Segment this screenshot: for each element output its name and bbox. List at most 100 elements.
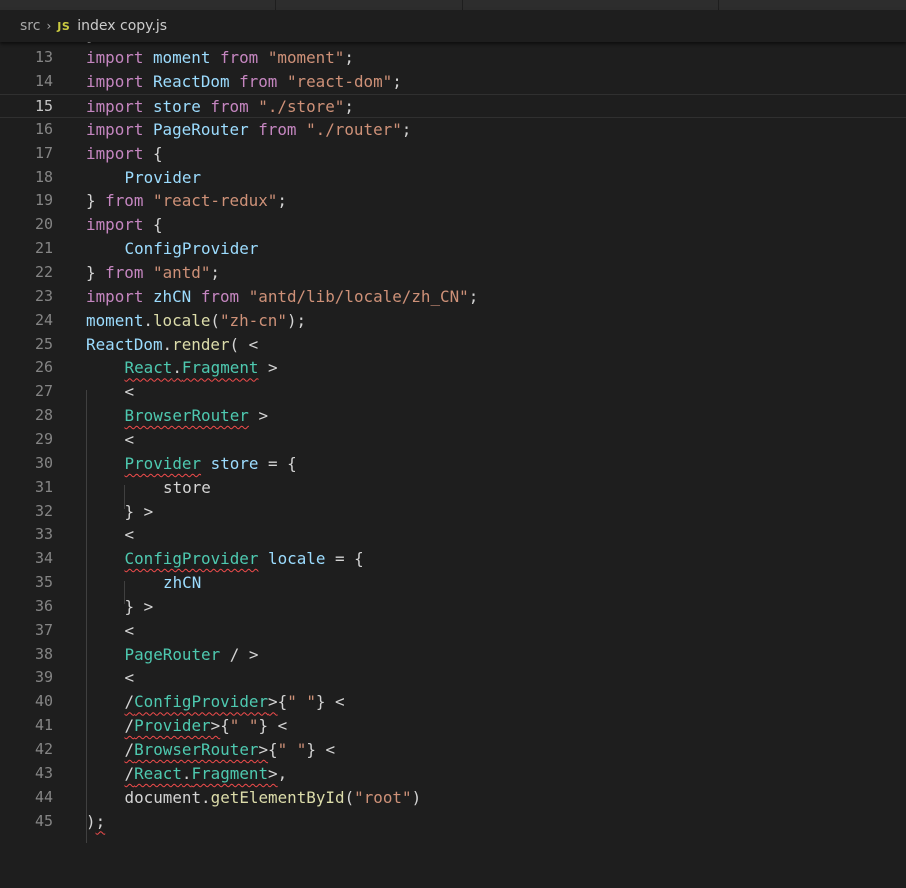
code-token-error: / xyxy=(124,716,135,736)
code-text[interactable]: < xyxy=(125,523,135,547)
code-line[interactable]: 34 ConfigProvider locale = { xyxy=(0,547,906,571)
code-token: "zh-cn" xyxy=(219,310,287,330)
breadcrumb-folder[interactable]: src xyxy=(20,18,40,34)
code-line[interactable]: 13 import moment from "moment"; xyxy=(0,46,906,70)
code-line[interactable]: 36 } > xyxy=(0,595,906,619)
line-number: 19 xyxy=(34,191,53,210)
code-text[interactable]: import { xyxy=(86,213,163,237)
code-token: ; xyxy=(344,48,354,68)
code-text[interactable]: } > xyxy=(125,500,154,524)
code-text[interactable]: BrowserRouter > xyxy=(125,404,269,428)
code-token: ( < xyxy=(229,334,259,354)
code-line[interactable]: 29 < xyxy=(0,428,906,452)
code-text[interactable]: store xyxy=(163,476,211,500)
code-token: locale xyxy=(268,549,326,569)
code-line[interactable]: 31 store xyxy=(0,476,906,500)
code-text[interactable]: < xyxy=(125,619,135,643)
code-line[interactable]: 38 PageRouter / > xyxy=(0,643,906,667)
code-text[interactable]: document.getElementById("root") xyxy=(125,786,422,810)
code-token: ConfigProvider xyxy=(124,239,259,259)
code-text[interactable]: import zhCN from "antd/lib/locale/zh_CN"… xyxy=(86,285,478,309)
code-token: > xyxy=(248,406,269,426)
code-area[interactable]: 12} from "react-router-dom";13import mom… xyxy=(0,25,906,888)
code-line[interactable]: 37 < xyxy=(0,619,906,643)
code-line[interactable]: 28 BrowserRouter > xyxy=(0,404,906,428)
code-line[interactable]: 15 import store from "./store"; xyxy=(0,94,906,118)
code-text[interactable]: import { xyxy=(86,142,163,166)
code-text[interactable]: React.Fragment > xyxy=(125,356,278,380)
code-line[interactable]: 24 moment.locale("zh-cn"); xyxy=(0,309,906,333)
code-line[interactable]: 32} > xyxy=(0,500,906,524)
code-text[interactable]: import moment from "moment"; xyxy=(86,46,354,70)
code-text[interactable]: < xyxy=(125,380,135,404)
code-text[interactable]: ReactDom.render( < xyxy=(86,333,258,357)
code-line[interactable]: 33 < xyxy=(0,523,906,547)
code-text[interactable]: PageRouter / > xyxy=(125,643,259,667)
code-text[interactable]: /BrowserRouter>{" "} < xyxy=(125,738,336,762)
code-token: moment xyxy=(152,48,211,68)
code-token: import xyxy=(86,286,144,306)
code-line[interactable]: 22} from "antd"; xyxy=(0,261,906,285)
code-text[interactable]: import ReactDom from "react-dom"; xyxy=(86,70,402,94)
code-line[interactable]: 42/BrowserRouter>{" "} < xyxy=(0,738,906,762)
editor-tab[interactable] xyxy=(0,0,276,10)
line-number: 36 xyxy=(34,596,53,615)
code-line[interactable]: 21 ConfigProvider xyxy=(0,237,906,261)
code-text[interactable]: } from "react-redux"; xyxy=(86,189,287,213)
code-text[interactable]: } > xyxy=(125,595,154,619)
code-line[interactable]: 20 import { xyxy=(0,213,906,237)
editor-tab-strip[interactable] xyxy=(0,0,906,10)
code-token: ; xyxy=(392,72,402,92)
code-text[interactable]: Provider store = { xyxy=(125,452,297,476)
code-text[interactable]: import store from "./store"; xyxy=(86,95,354,119)
breadcrumb-file[interactable]: index copy.js xyxy=(77,18,167,34)
code-text[interactable]: ConfigProvider xyxy=(125,237,259,261)
code-token: import xyxy=(86,97,144,117)
code-line[interactable]: 35 zhCN xyxy=(0,571,906,595)
code-text[interactable]: /Provider>{" "} < xyxy=(125,714,288,738)
code-line[interactable]: 40/ConfigProvider>{" "} < xyxy=(0,690,906,714)
code-text[interactable]: import PageRouter from "./router"; xyxy=(86,118,411,142)
editor-tab[interactable] xyxy=(719,0,906,10)
code-text[interactable]: < xyxy=(125,666,135,690)
code-token: / > xyxy=(220,644,259,664)
code-text[interactable]: zhCN xyxy=(163,571,201,595)
code-line[interactable]: 39 < xyxy=(0,666,906,690)
code-line[interactable]: 19 } from "react-redux"; xyxy=(0,189,906,213)
code-text[interactable]: ConfigProvider locale = { xyxy=(125,547,364,571)
code-text[interactable]: /ConfigProvider>{" "} < xyxy=(125,690,345,714)
code-line[interactable]: 41/Provider>{" "} < xyxy=(0,714,906,738)
code-token-error: / xyxy=(124,692,135,712)
code-text[interactable]: < xyxy=(125,428,135,452)
line-number: 14 xyxy=(34,72,53,91)
code-line[interactable]: 30 Provider store = { xyxy=(0,452,906,476)
code-text[interactable]: /React.Fragment>, xyxy=(125,762,288,786)
code-line[interactable]: 45); xyxy=(0,810,906,834)
code-token-error: ConfigProvider xyxy=(134,692,269,712)
code-token-error: React xyxy=(134,763,182,783)
code-text[interactable]: ); xyxy=(86,810,105,834)
code-token: import xyxy=(86,48,144,68)
code-line[interactable]: 18 Provider xyxy=(0,166,906,190)
editor-tab[interactable] xyxy=(276,0,463,10)
code-token: . xyxy=(201,787,211,807)
code-line[interactable]: 27 < xyxy=(0,380,906,404)
code-line[interactable]: 23 import zhCN from "antd/lib/locale/zh_C… xyxy=(0,285,906,309)
code-token: { xyxy=(143,215,163,235)
code-text[interactable]: moment.locale("zh-cn"); xyxy=(86,309,306,333)
code-token-error: BrowserRouter xyxy=(124,406,249,426)
code-text[interactable]: } from "antd"; xyxy=(86,261,220,285)
code-line[interactable]: 14 import ReactDom from "react-dom"; xyxy=(0,70,906,94)
code-line[interactable]: 43/React.Fragment>, xyxy=(0,762,906,786)
code-line[interactable]: 25 ReactDom.render( < xyxy=(0,333,906,357)
editor-tab[interactable] xyxy=(463,0,719,10)
code-line[interactable]: 26 React.Fragment > xyxy=(0,356,906,380)
code-editor[interactable]: src › JS index copy.js 12} from "react-r… xyxy=(0,0,906,888)
code-text[interactable]: Provider xyxy=(125,166,202,190)
code-line[interactable]: 17 import { xyxy=(0,142,906,166)
code-line[interactable]: 16 import PageRouter from "./router"; xyxy=(0,118,906,142)
code-line[interactable]: 44 document.getElementById("root") xyxy=(0,786,906,810)
code-token-error: > xyxy=(210,716,221,736)
